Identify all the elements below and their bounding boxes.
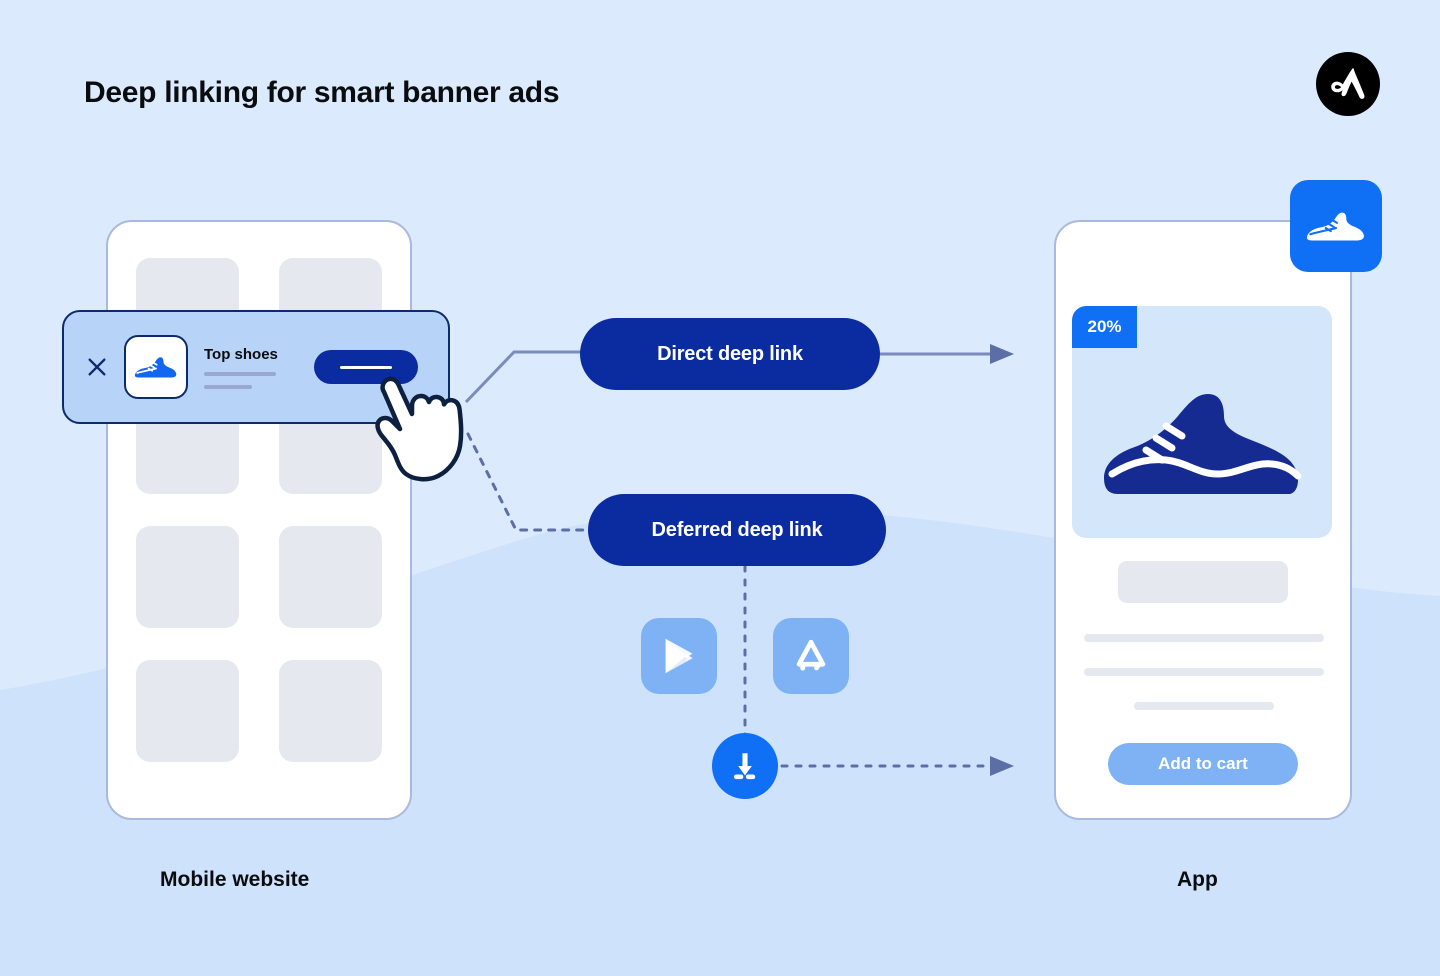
app-title-placeholder (1118, 561, 1288, 603)
download-arrow-glyph (733, 753, 756, 780)
app-text-placeholder-line (1084, 668, 1324, 676)
shoe-app-icon (134, 357, 177, 378)
smart-banner[interactable]: Top shoes (62, 310, 450, 424)
app-caption: App (1177, 868, 1218, 891)
add-to-cart-button[interactable]: Add to cart (1108, 743, 1298, 785)
shoe-app-icon (1306, 212, 1364, 241)
app-text-placeholder-line (1134, 702, 1274, 710)
deferred-deep-link-pill[interactable]: Deferred deep link (588, 494, 886, 566)
app-store-icon[interactable] (773, 618, 849, 694)
product-tile[interactable] (136, 526, 239, 628)
install-bar-icon (340, 365, 392, 369)
google-play-icon[interactable] (641, 618, 717, 694)
sneaker-product-icon (1104, 394, 1302, 494)
product-tile[interactable] (136, 660, 239, 762)
page-title: Deep linking for smart banner ads (84, 76, 560, 109)
banner-app-icon (124, 335, 188, 399)
product-tile[interactable] (279, 660, 382, 762)
appsflyer-logo-icon (1316, 52, 1380, 116)
discount-badge: 20% (1072, 306, 1137, 348)
banner-install-button[interactable] (314, 350, 418, 384)
direct-deep-link-pill[interactable]: Direct deep link (580, 318, 880, 390)
app-text-placeholder-line (1084, 634, 1324, 642)
google-play-glyph (665, 638, 693, 674)
download-install-icon (712, 733, 778, 799)
mobile-website-caption: Mobile website (160, 868, 310, 891)
close-x-icon[interactable] (86, 356, 108, 378)
product-tile[interactable] (279, 526, 382, 628)
banner-skeleton-line (204, 371, 276, 376)
infographic-canvas: Deep linking for smart banner ads Top sh… (0, 0, 1440, 976)
banner-app-title: Top shoes (204, 345, 278, 363)
product-image-card[interactable]: 20% (1072, 306, 1332, 538)
banner-text-group: Top shoes (204, 346, 304, 389)
app-store-glyph (796, 639, 826, 671)
banner-skeleton-line (204, 384, 252, 389)
app-launcher-icon[interactable] (1290, 180, 1382, 272)
